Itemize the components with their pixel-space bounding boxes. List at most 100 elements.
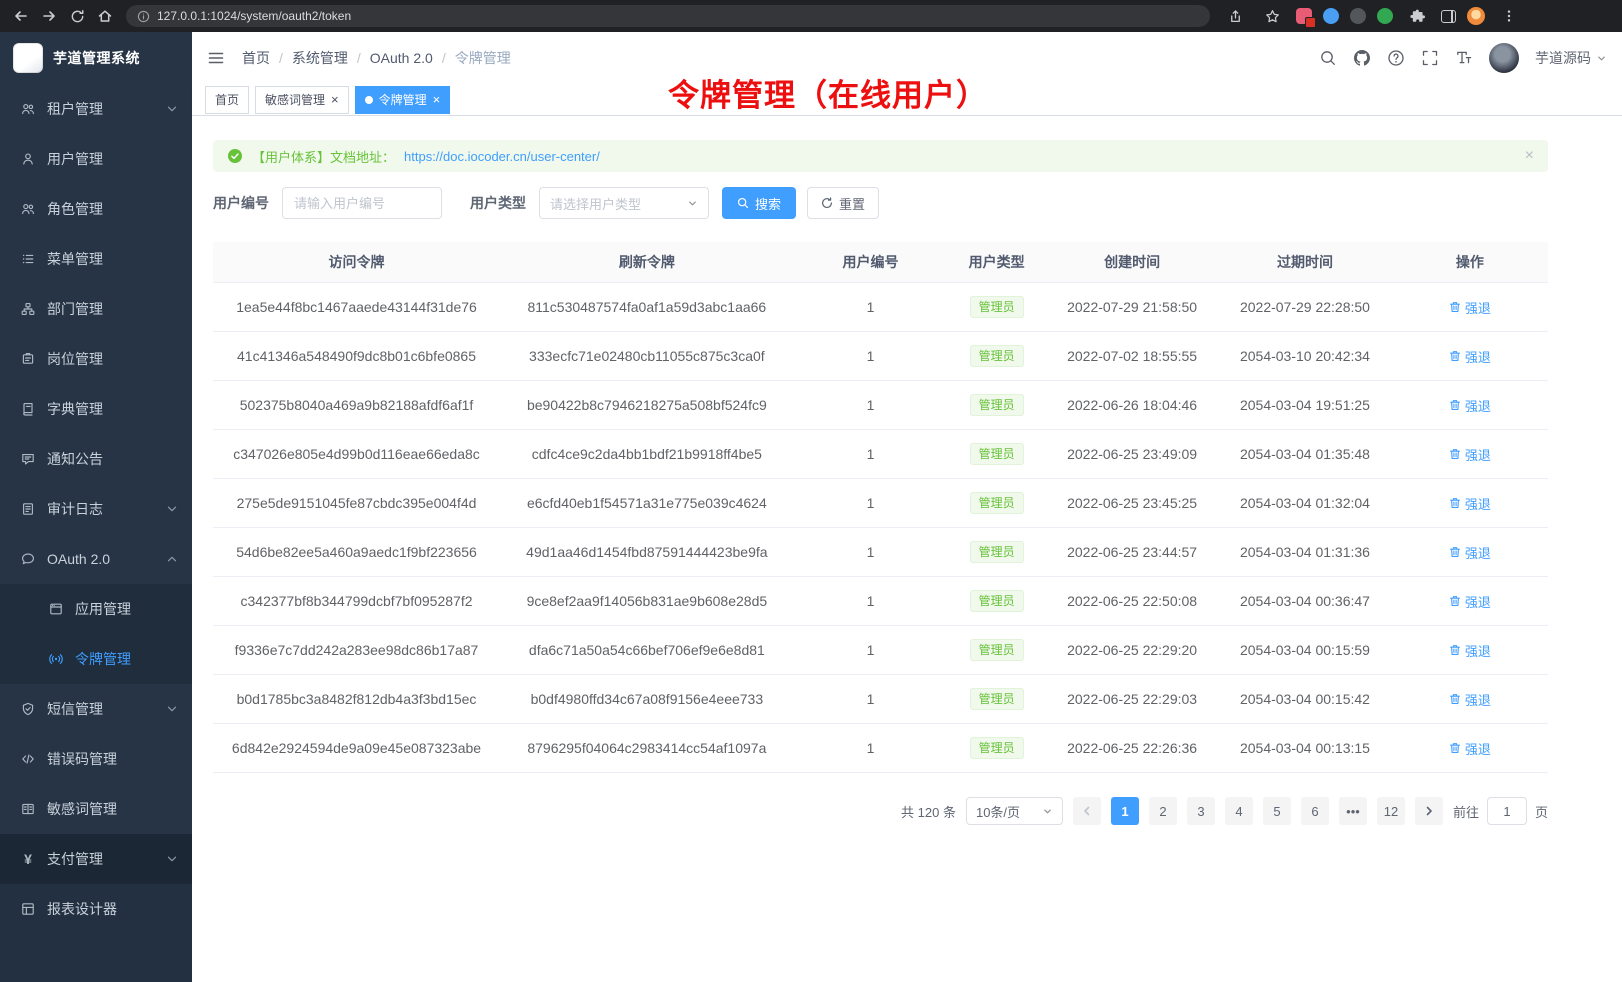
extensions-puzzle-icon[interactable] xyxy=(1404,3,1430,29)
breadcrumb-item[interactable]: 首页 xyxy=(242,48,270,68)
sidebar-item-label: 令牌管理 xyxy=(75,649,179,669)
force-logout-button[interactable]: 强退 xyxy=(1449,690,1491,709)
page-button-5[interactable]: 5 xyxy=(1263,797,1291,825)
reload-icon[interactable] xyxy=(64,3,90,29)
home-icon[interactable] xyxy=(92,3,118,29)
user-id-input[interactable] xyxy=(282,187,442,219)
bookmark-star-icon[interactable] xyxy=(1259,3,1285,29)
user-type-cell: 管理员 xyxy=(947,345,1046,367)
url-text: 127.0.0.1:1024/system/oauth2/token xyxy=(157,9,351,23)
question-icon[interactable] xyxy=(1387,49,1405,67)
extension-icon-1[interactable] xyxy=(1296,8,1312,24)
expire-time-cell: 2054-03-04 01:35:48 xyxy=(1218,446,1392,462)
created-time-cell: 2022-06-25 22:29:20 xyxy=(1046,642,1218,658)
force-logout-button[interactable]: 强退 xyxy=(1449,494,1491,513)
sidebar-item-pay[interactable]: ¥支付管理 xyxy=(0,834,192,884)
breadcrumb-item[interactable]: 系统管理 xyxy=(292,48,348,68)
reset-button[interactable]: 重置 xyxy=(807,187,879,219)
sidebar-item-sensitive-word[interactable]: 敏感词管理 xyxy=(0,784,192,834)
access-token-cell: 275e5de9151045fe87cbdc395e004f4d xyxy=(213,495,500,511)
sidebar-item-notice[interactable]: 通知公告 xyxy=(0,434,192,484)
pager-more-button[interactable]: ••• xyxy=(1339,797,1367,825)
prev-page-button[interactable] xyxy=(1073,797,1101,825)
tab-home[interactable]: 首页 xyxy=(205,86,249,114)
reset-button-label: 重置 xyxy=(839,194,865,213)
github-icon[interactable] xyxy=(1353,49,1371,67)
user-menu[interactable]: 芋道源码 xyxy=(1535,48,1607,68)
sidebar-item-error-code[interactable]: 错误码管理 xyxy=(0,734,192,784)
page-button-1[interactable]: 1 xyxy=(1111,797,1139,825)
back-icon[interactable] xyxy=(8,3,34,29)
chevron-down-icon xyxy=(1042,806,1053,817)
search-button-label: 搜索 xyxy=(755,194,781,213)
page-button-12[interactable]: 12 xyxy=(1377,797,1405,825)
close-icon[interactable]: × xyxy=(433,93,441,106)
forward-icon[interactable] xyxy=(36,3,62,29)
force-logout-button[interactable]: 强退 xyxy=(1449,739,1491,758)
page-button-6[interactable]: 6 xyxy=(1301,797,1329,825)
browser-menu-icon[interactable] xyxy=(1496,3,1522,29)
refresh-token-cell: b0df4980ffd34c67a08f9156e4eee733 xyxy=(500,691,794,707)
menu-fold-icon[interactable] xyxy=(207,49,225,67)
user-id-cell: 1 xyxy=(794,593,948,609)
token-icon xyxy=(48,651,64,667)
share-icon[interactable] xyxy=(1222,3,1248,29)
sidebar-item-menu[interactable]: 菜单管理 xyxy=(0,234,192,284)
sidebar-item-role[interactable]: 角色管理 xyxy=(0,184,192,234)
alert-link[interactable]: https://doc.iocoder.cn/user-center/ xyxy=(404,149,600,164)
address-bar[interactable]: 127.0.0.1:1024/system/oauth2/token xyxy=(126,5,1210,27)
fontsize-icon[interactable] xyxy=(1455,49,1473,67)
force-logout-button[interactable]: 强退 xyxy=(1449,543,1491,562)
sidebar-item-audit-log[interactable]: 审计日志 xyxy=(0,484,192,534)
sidebar-item-post[interactable]: 岗位管理 xyxy=(0,334,192,384)
extension-icon-2[interactable] xyxy=(1323,8,1339,24)
extension-icon-3[interactable] xyxy=(1350,8,1366,24)
refresh-token-cell: 811c530487574fa0af1a59d3abc1aa66 xyxy=(500,299,794,315)
breadcrumb-item[interactable]: OAuth 2.0 xyxy=(370,50,433,66)
force-logout-button[interactable]: 强退 xyxy=(1449,641,1491,660)
extension-icon-4[interactable] xyxy=(1377,8,1393,24)
sidebar-item-oauth2-application[interactable]: 应用管理 xyxy=(0,584,192,634)
force-logout-button[interactable]: 强退 xyxy=(1449,298,1491,317)
browser-profile-avatar[interactable] xyxy=(1467,7,1485,25)
sidebar-item-oauth2-token[interactable]: 令牌管理 xyxy=(0,634,192,684)
user-type-select[interactable]: 请选择用户类型 xyxy=(539,187,709,219)
goto-page-input[interactable] xyxy=(1487,797,1527,825)
sidebar-item-dept[interactable]: 部门管理 xyxy=(0,284,192,334)
page: 127.0.0.1:1024/system/oauth2/token 芋道管理系… xyxy=(0,0,1622,982)
close-icon[interactable]: × xyxy=(1525,148,1534,164)
sidebar-item-oauth2[interactable]: OAuth 2.0 xyxy=(0,534,192,584)
search-icon xyxy=(737,197,749,209)
table-row: 54d6be82ee5a460a9aedc1f9bf22365649d1aa46… xyxy=(213,528,1548,577)
page-button-2[interactable]: 2 xyxy=(1149,797,1177,825)
force-logout-button[interactable]: 强退 xyxy=(1449,445,1491,464)
force-logout-button[interactable]: 强退 xyxy=(1449,347,1491,366)
app-logo[interactable]: 芋道管理系统 xyxy=(0,32,192,84)
user-type-cell: 管理员 xyxy=(947,590,1046,612)
force-logout-button[interactable]: 强退 xyxy=(1449,592,1491,611)
action-cell: 强退 xyxy=(1392,690,1548,709)
tab-oauth2-token[interactable]: 令牌管理× xyxy=(355,86,451,114)
sidebar-item-label: 错误码管理 xyxy=(47,749,179,769)
sidebar-item-tenant[interactable]: 租户管理 xyxy=(0,84,192,134)
page-button-4[interactable]: 4 xyxy=(1225,797,1253,825)
close-icon[interactable]: × xyxy=(331,93,339,106)
force-logout-label: 强退 xyxy=(1465,347,1491,366)
sidebar-item-report-designer[interactable]: 报表设计器 xyxy=(0,884,192,934)
site-info-icon[interactable] xyxy=(137,10,150,23)
side-panel-icon[interactable] xyxy=(1441,10,1456,23)
search-icon[interactable] xyxy=(1319,49,1337,67)
page-button-3[interactable]: 3 xyxy=(1187,797,1215,825)
tab-sensitive-word[interactable]: 敏感词管理× xyxy=(255,86,349,114)
sidebar-item-sms[interactable]: 短信管理 xyxy=(0,684,192,734)
next-page-button[interactable] xyxy=(1415,797,1443,825)
fullscreen-icon[interactable] xyxy=(1421,49,1439,67)
search-button[interactable]: 搜索 xyxy=(722,187,796,219)
user-avatar[interactable] xyxy=(1489,43,1519,73)
page-size-select[interactable]: 10条/页 xyxy=(966,797,1063,825)
sidebar-item-dict[interactable]: 字典管理 xyxy=(0,384,192,434)
force-logout-label: 强退 xyxy=(1465,690,1491,709)
sidebar-item-user[interactable]: 用户管理 xyxy=(0,134,192,184)
force-logout-button[interactable]: 强退 xyxy=(1449,396,1491,415)
action-cell: 强退 xyxy=(1392,739,1548,758)
